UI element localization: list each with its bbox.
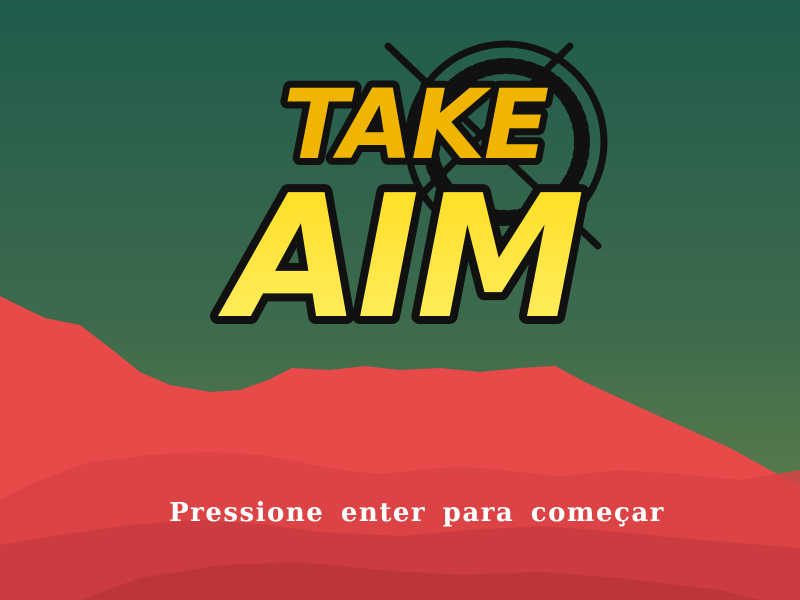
logo-line-aim: AIM (217, 159, 582, 357)
press-enter-prompt: Pressione enter para começar (169, 498, 665, 528)
